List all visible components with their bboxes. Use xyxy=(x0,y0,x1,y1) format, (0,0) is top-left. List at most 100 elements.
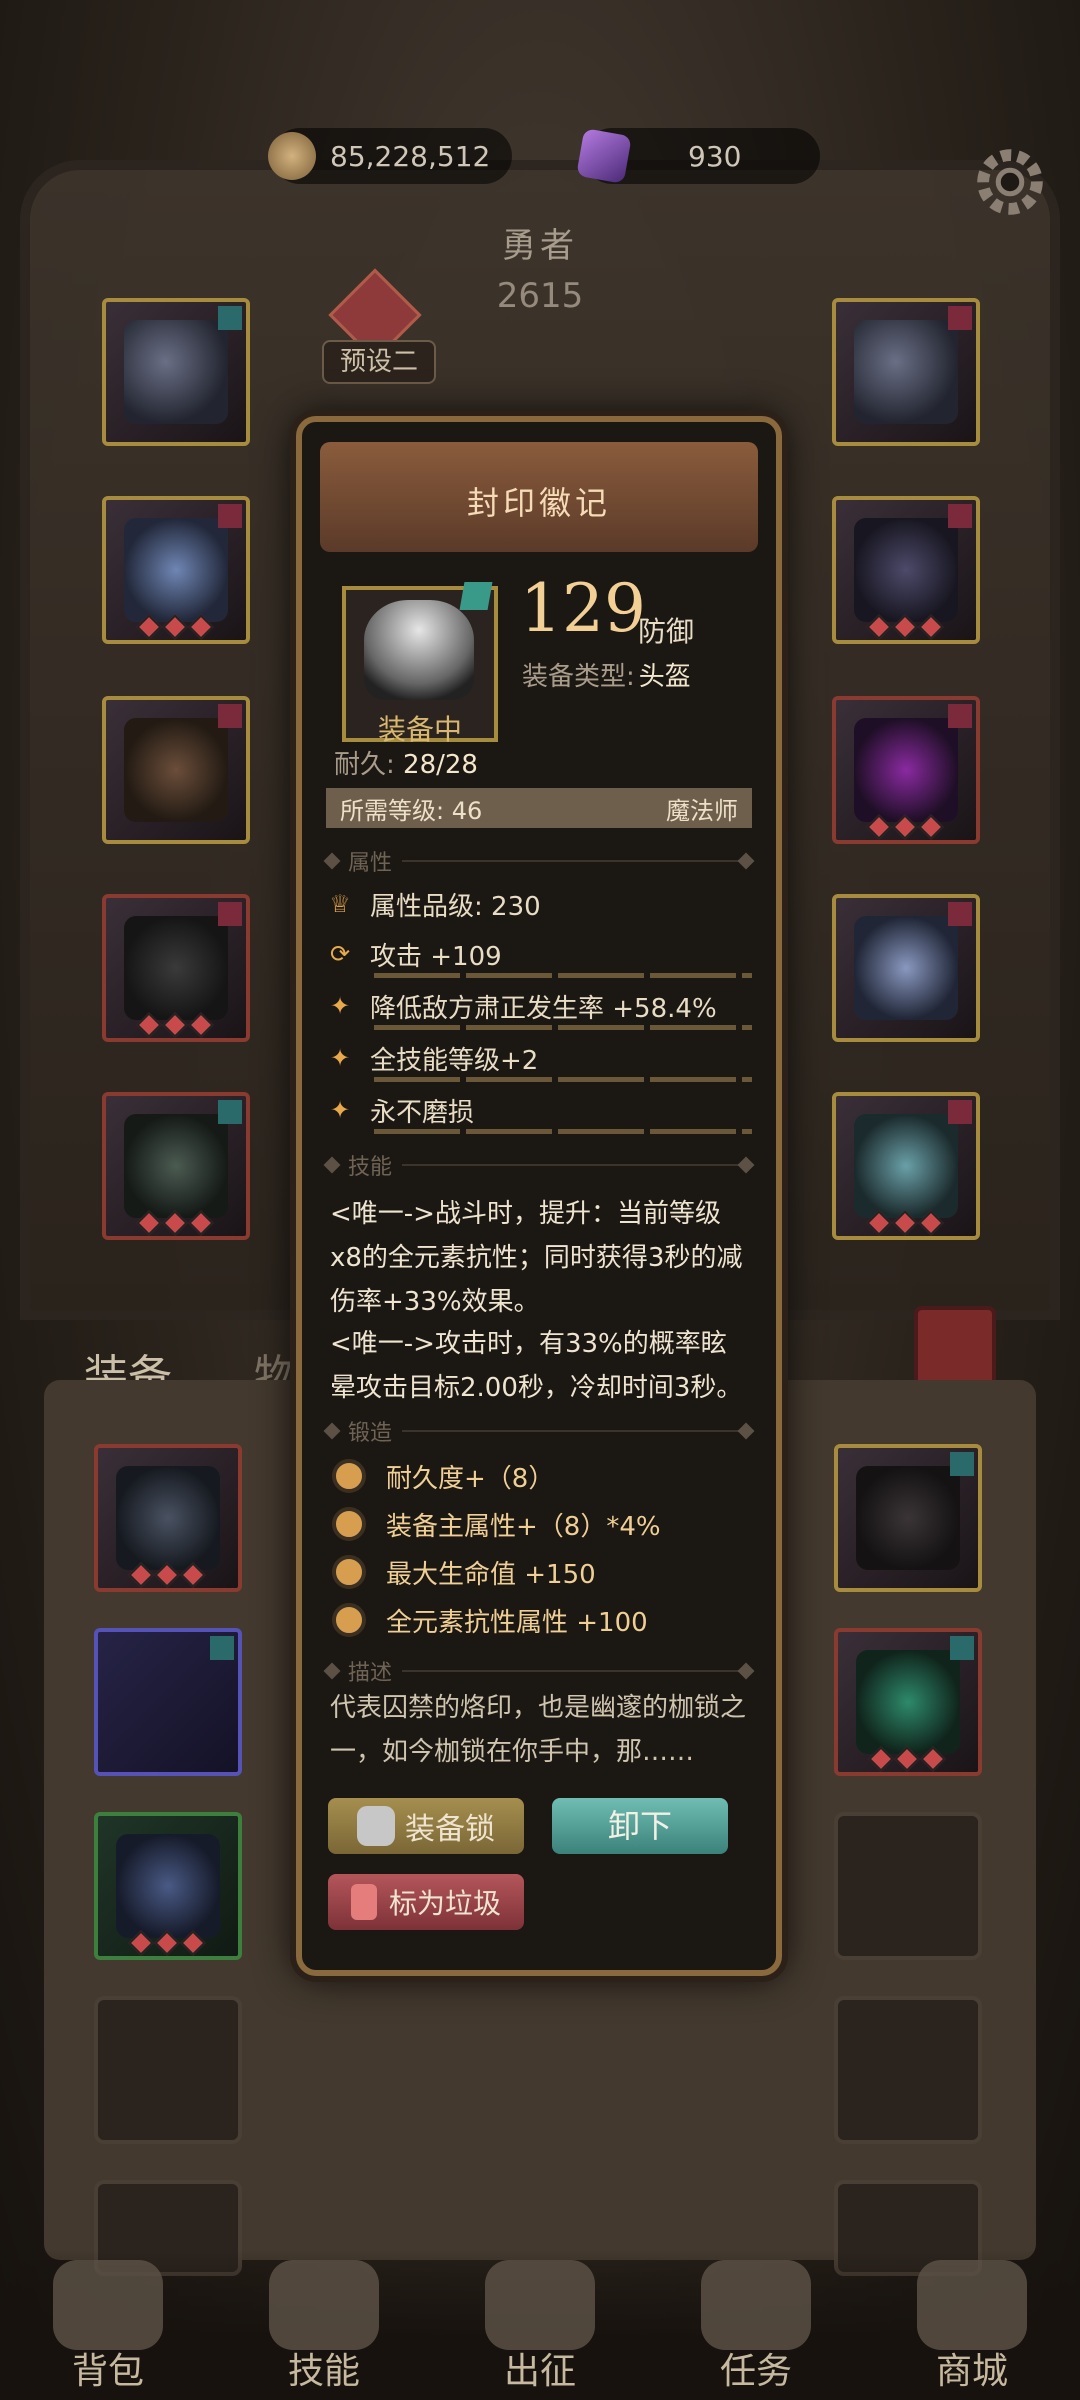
equip-type-label: 装备类型: xyxy=(522,662,635,692)
forge-row: 最大生命值 +150 xyxy=(332,1548,752,1596)
lock-icon xyxy=(357,1806,395,1846)
trash-icon[interactable] xyxy=(914,1306,996,1388)
gold-coin-icon xyxy=(268,132,316,180)
star-icon: ✦ xyxy=(329,1096,351,1124)
required-level-bar: 所需等级: 46 魔法师 xyxy=(326,788,752,828)
equipment-item xyxy=(854,1114,958,1218)
upgrade-tag xyxy=(948,504,972,528)
gem-sockets xyxy=(866,1210,944,1236)
gem-sockets xyxy=(136,1012,214,1038)
section-description: 描述 xyxy=(323,1654,755,1688)
upgrade-tag xyxy=(218,306,242,330)
required-level: 所需等级: 46 xyxy=(340,796,483,825)
scroll-icon xyxy=(701,2260,811,2350)
class-requirement: 魔法师 xyxy=(666,796,738,825)
upgrade-tag xyxy=(948,306,972,330)
attribute-row: ✦ 全技能等级+2 xyxy=(326,1034,752,1082)
forge-dot-icon xyxy=(332,1603,366,1637)
unequip-button[interactable]: 卸下 xyxy=(552,1798,728,1854)
inventory-item xyxy=(856,1650,960,1754)
upgrade-tag xyxy=(950,1452,974,1476)
gem-sockets xyxy=(866,814,944,840)
inventory-item xyxy=(856,1466,960,1570)
inventory-slot[interactable] xyxy=(94,1812,242,1960)
inventory-slot[interactable] xyxy=(834,1628,982,1776)
slot-weapon[interactable] xyxy=(102,298,250,446)
lock-button[interactable]: 装备锁 xyxy=(328,1798,524,1854)
equipment-item xyxy=(854,718,958,822)
gold-counter: 85,228,512 xyxy=(268,128,512,184)
junk-icon xyxy=(350,1884,377,1920)
bag-icon xyxy=(53,2260,163,2350)
section-attributes: 属性 xyxy=(323,844,755,878)
durability-value: 28/28 xyxy=(403,750,478,780)
nav-skills[interactable]: 技能 xyxy=(234,2250,414,2400)
upgrade-tag xyxy=(950,1636,974,1660)
forge-row: 全元素抗性属性 +100 xyxy=(332,1596,752,1644)
nav-shop[interactable]: 商城 xyxy=(882,2250,1062,2400)
slot-gloves[interactable] xyxy=(102,696,250,844)
inventory-slot[interactable] xyxy=(834,1812,982,1960)
gem-sockets xyxy=(128,1562,206,1588)
star-icon: ✦ xyxy=(329,992,351,1020)
inventory-item xyxy=(116,1466,220,1570)
upgrade-tag xyxy=(218,704,242,728)
equipment-item xyxy=(124,518,228,622)
purple-crystal-icon xyxy=(576,128,632,184)
equipment-item xyxy=(854,518,958,622)
nav-quests[interactable]: 任务 xyxy=(666,2250,846,2400)
preset-selector[interactable]: 预设二 xyxy=(322,268,492,384)
gem-sockets xyxy=(136,1210,214,1236)
section-skills: 技能 xyxy=(323,1148,755,1182)
equipment-item xyxy=(124,320,228,424)
equipment-item xyxy=(854,916,958,1020)
bottom-nav: 背包 技能 出征 任务 商城 xyxy=(0,2250,1080,2400)
hero-name: 勇者 xyxy=(502,226,578,266)
inventory-slot[interactable] xyxy=(94,1444,242,1592)
equip-type-value: 头盔 xyxy=(638,662,691,692)
inventory-item xyxy=(116,1834,220,1938)
slot-offhand[interactable] xyxy=(832,894,980,1042)
junk-label: 标为垃圾 xyxy=(388,1887,501,1920)
equipment-item xyxy=(124,718,228,822)
slot-ring[interactable] xyxy=(832,696,980,844)
gem-amount: 930 xyxy=(688,139,742,173)
gem-sockets xyxy=(868,1746,946,1772)
slot-pants[interactable] xyxy=(102,894,250,1042)
durability: 耐久: 28/28 xyxy=(334,744,478,781)
gem-sockets xyxy=(136,614,214,640)
inventory-slot[interactable] xyxy=(834,1444,982,1592)
item-detail-popup: 封印徽记 装备中 129 防御 装备类型: 头盔 耐久: 28/28 所需等级: … xyxy=(296,416,782,1976)
mark-junk-button[interactable]: 标为垃圾 xyxy=(328,1874,524,1930)
attribute-row: ✦ 降低敌方肃正发生率 +58.4% xyxy=(326,982,752,1030)
slot-book[interactable] xyxy=(832,1092,980,1240)
gear-icon[interactable] xyxy=(968,140,1052,224)
gem-counter: 930 xyxy=(576,128,820,184)
upgrade-tag xyxy=(210,1636,234,1660)
refresh-icon: ⟳ xyxy=(329,940,351,968)
upgrade-tag xyxy=(948,902,972,926)
gem-sockets xyxy=(866,614,944,640)
equipment-item xyxy=(124,1114,228,1218)
attribute-row: ♕ 属性品级: 230 xyxy=(326,880,752,928)
star-icon: ✦ xyxy=(329,1044,351,1072)
skill-text: <唯一->战斗时，提升：当前等级x8的全元素抗性；同时获得3秒的减伤率+33%效… xyxy=(330,1199,743,1317)
section-forging: 锻造 xyxy=(323,1414,755,1448)
helmet-icon xyxy=(364,600,474,700)
nav-expedition[interactable]: 出征 xyxy=(450,2250,630,2400)
slot-necklace[interactable] xyxy=(832,298,980,446)
slot-bracer[interactable] xyxy=(832,496,980,644)
equipment-item xyxy=(854,320,958,424)
equipment-item xyxy=(124,916,228,1020)
inventory-slot[interactable] xyxy=(834,1996,982,2144)
upgrade-tag xyxy=(218,504,242,528)
nav-bag[interactable]: 背包 xyxy=(18,2250,198,2400)
item-description: 代表囚禁的烙印，也是幽邃的枷锁之一，如今枷锁在你手中，那…… xyxy=(330,1693,747,1767)
inventory-slot[interactable] xyxy=(94,1996,242,2144)
forge-row: 装备主属性+（8）*4% xyxy=(332,1500,752,1548)
forge-dot-icon xyxy=(332,1459,366,1493)
slot-armor[interactable] xyxy=(102,496,250,644)
slot-boots[interactable] xyxy=(102,1092,250,1240)
item-title: 封印徽记 xyxy=(466,484,611,522)
inventory-slot[interactable] xyxy=(94,1628,242,1776)
